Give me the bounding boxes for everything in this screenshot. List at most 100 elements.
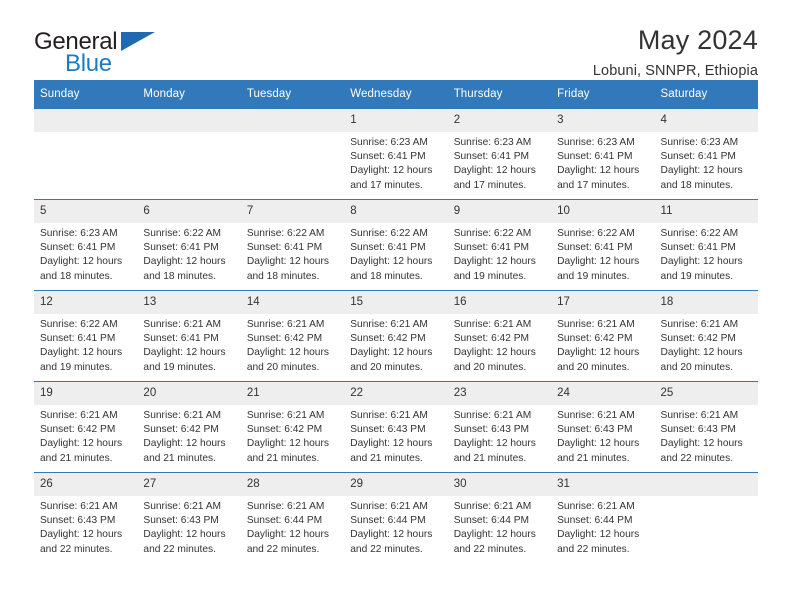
page-header: General Blue May 2024 Lobuni, SNNPR, Eth… [34, 0, 758, 79]
calendar-page: General Blue May 2024 Lobuni, SNNPR, Eth… [0, 0, 792, 612]
sunrise-time: Sunrise: 6:21 AM [453, 501, 532, 512]
daylight-duration-line1: Daylight: 12 hours [660, 256, 743, 268]
daylight-duration-line2: and 21 minutes. [350, 452, 423, 464]
day-details: Sunrise: 6:22 AM Sunset: 6:41 PM Daylight:… [137, 223, 240, 284]
sunrise-time: Sunrise: 6:21 AM [453, 319, 532, 330]
calendar-day-cell[interactable]: 16 Sunrise: 6:21 AM Sunset: 6:42 PM Dayligh… [447, 290, 552, 382]
calendar-day-cell[interactable]: 8 Sunrise: 6:22 AM Sunset: 6:41 PM Daylight… [344, 199, 448, 291]
sunset-time: Sunset: 6:43 PM [40, 515, 116, 527]
calendar-day-cell[interactable]: 22 Sunrise: 6:21 AM Sunset: 6:43 PM Dayligh… [344, 381, 448, 473]
calendar-day-cell[interactable]: 20 Sunrise: 6:21 AM Sunset: 6:42 PM Dayligh… [137, 381, 241, 473]
sunset-time: Sunset: 6:44 PM [557, 515, 633, 527]
calendar-day-cell[interactable]: 1 Sunrise: 6:23 AM Sunset: 6:41 PM Daylight… [344, 108, 448, 200]
general-blue-logo[interactable]: General Blue [34, 26, 184, 78]
day-number: 8 [344, 200, 448, 223]
sunset-time: Sunset: 6:41 PM [350, 151, 426, 163]
calendar-day-cell[interactable]: 6 Sunrise: 6:22 AM Sunset: 6:41 PM Daylight… [137, 199, 241, 291]
calendar-day-cell-empty [34, 108, 138, 200]
daylight-duration-line1: Daylight: 12 hours [350, 529, 433, 541]
calendar-day-cell[interactable]: 19 Sunrise: 6:21 AM Sunset: 6:42 PM Dayligh… [34, 381, 138, 473]
daylight-duration-line1: Daylight: 12 hours [40, 529, 123, 541]
day-details: Sunrise: 6:21 AM Sunset: 6:43 PM Daylight:… [655, 405, 758, 466]
sunset-time: Sunset: 6:42 PM [40, 424, 116, 436]
calendar-day-cell[interactable]: 3 Sunrise: 6:23 AM Sunset: 6:41 PM Daylight… [551, 108, 655, 200]
weekday-header-tuesday: Tuesday [240, 80, 345, 109]
sunset-time: Sunset: 6:44 PM [350, 515, 426, 527]
calendar-day-cell[interactable]: 14 Sunrise: 6:21 AM Sunset: 6:42 PM Dayligh… [240, 290, 345, 382]
sunset-time: Sunset: 6:42 PM [660, 333, 736, 345]
day-details: Sunrise: 6:21 AM Sunset: 6:44 PM Daylight:… [551, 496, 654, 557]
calendar-header-row: Sunday Monday Tuesday Wednesday Thursday… [34, 80, 758, 109]
sunrise-time: Sunrise: 6:22 AM [660, 228, 739, 239]
sunset-time: Sunset: 6:42 PM [143, 424, 219, 436]
daylight-duration-line2: and 19 minutes. [143, 361, 216, 373]
daylight-duration-line2: and 17 minutes. [350, 179, 423, 191]
calendar-day-cell[interactable]: 12 Sunrise: 6:22 AM Sunset: 6:41 PM Dayligh… [34, 290, 138, 382]
daylight-duration-line2: and 22 minutes. [40, 543, 113, 555]
sunrise-time: Sunrise: 6:23 AM [40, 228, 118, 239]
calendar-day-cell[interactable]: 30 Sunrise: 6:21 AM Sunset: 6:44 PM Dayligh… [447, 472, 552, 563]
daylight-duration-line1: Daylight: 12 hours [557, 347, 640, 359]
calendar-day-cell[interactable]: 23 Sunrise: 6:21 AM Sunset: 6:43 PM Dayligh… [447, 381, 552, 473]
calendar-day-cell[interactable]: 2 Sunrise: 6:23 AM Sunset: 6:41 PM Daylight… [447, 108, 552, 200]
sunrise-time: Sunrise: 6:21 AM [40, 410, 118, 421]
calendar-day-cell[interactable]: 15 Sunrise: 6:21 AM Sunset: 6:42 PM Dayligh… [344, 290, 448, 382]
day-number: 3 [551, 109, 655, 132]
calendar-day-cell[interactable]: 10 Sunrise: 6:22 AM Sunset: 6:41 PM Dayligh… [551, 199, 655, 291]
day-details: Sunrise: 6:22 AM Sunset: 6:41 PM Daylight:… [551, 223, 654, 284]
day-number: 6 [137, 200, 241, 223]
calendar-day-cell[interactable]: 7 Sunrise: 6:22 AM Sunset: 6:41 PM Daylight… [240, 199, 345, 291]
daylight-duration-line2: and 19 minutes. [453, 270, 527, 282]
calendar-day-cell[interactable]: 18 Sunrise: 6:21 AM Sunset: 6:42 PM Dayligh… [654, 290, 758, 382]
day-number: 17 [551, 291, 655, 314]
calendar-day-cell[interactable]: 13 Sunrise: 6:21 AM Sunset: 6:41 PM Dayligh… [137, 290, 241, 382]
calendar-day-cell[interactable]: 27 Sunrise: 6:21 AM Sunset: 6:43 PM Dayligh… [137, 472, 241, 563]
daylight-duration-line2: and 21 minutes. [40, 452, 113, 464]
sunset-time: Sunset: 6:43 PM [557, 424, 633, 436]
calendar-day-cell[interactable]: 11 Sunrise: 6:22 AM Sunset: 6:41 PM Dayligh… [654, 199, 758, 291]
daylight-duration-line2: and 18 minutes. [350, 270, 423, 282]
daylight-duration-line2: and 20 minutes. [557, 361, 630, 373]
day-details: Sunrise: 6:23 AM Sunset: 6:41 PM Daylight:… [448, 132, 551, 193]
sunrise-time: Sunrise: 6:22 AM [40, 319, 118, 330]
calendar-day-cell[interactable]: 21 Sunrise: 6:21 AM Sunset: 6:42 PM Dayligh… [240, 381, 345, 473]
calendar-day-cell[interactable]: 28 Sunrise: 6:21 AM Sunset: 6:44 PM Dayligh… [240, 472, 345, 563]
day-number: 26 [34, 473, 138, 496]
daylight-duration-line2: and 20 minutes. [350, 361, 423, 373]
day-details: Sunrise: 6:21 AM Sunset: 6:44 PM Daylight:… [344, 496, 447, 557]
daylight-duration-line1: Daylight: 12 hours [40, 347, 123, 359]
sunrise-time: Sunrise: 6:21 AM [453, 410, 532, 421]
daylight-duration-line1: Daylight: 12 hours [143, 347, 226, 359]
location-subtitle: Lobuni, SNNPR, Ethiopia [592, 63, 758, 80]
daylight-duration-line1: Daylight: 12 hours [40, 438, 123, 450]
calendar-day-cell[interactable]: 25 Sunrise: 6:21 AM Sunset: 6:43 PM Dayligh… [654, 381, 758, 473]
sunset-time: Sunset: 6:43 PM [350, 424, 426, 436]
calendar-day-cell[interactable]: 29 Sunrise: 6:21 AM Sunset: 6:44 PM Dayligh… [344, 472, 448, 563]
daylight-duration-line2: and 18 minutes. [246, 270, 320, 282]
sunset-time: Sunset: 6:41 PM [453, 242, 530, 254]
sunset-time: Sunset: 6:41 PM [350, 242, 426, 254]
calendar-day-cell[interactable]: 5 Sunrise: 6:23 AM Sunset: 6:41 PM Daylight… [34, 199, 138, 291]
day-details: Sunrise: 6:21 AM Sunset: 6:42 PM Daylight:… [34, 405, 137, 466]
day-number: 20 [137, 382, 241, 405]
day-details: Sunrise: 6:21 AM Sunset: 6:43 PM Daylight:… [344, 405, 447, 466]
day-details: Sunrise: 6:21 AM Sunset: 6:41 PM Daylight:… [137, 314, 240, 375]
daylight-duration-line2: and 22 minutes. [557, 543, 630, 555]
calendar-day-cell[interactable]: 4 Sunrise: 6:23 AM Sunset: 6:41 PM Daylight… [654, 108, 758, 200]
daylight-duration-line1: Daylight: 12 hours [453, 438, 536, 450]
calendar-day-cell[interactable]: 17 Sunrise: 6:21 AM Sunset: 6:42 PM Dayligh… [551, 290, 655, 382]
daylight-duration-line1: Daylight: 12 hours [557, 165, 640, 177]
day-details: Sunrise: 6:22 AM Sunset: 6:41 PM Daylight:… [448, 223, 551, 284]
day-number: 28 [240, 473, 345, 496]
day-number: 25 [654, 382, 758, 405]
daylight-duration-line2: and 20 minutes. [660, 361, 734, 373]
day-number: 23 [447, 382, 552, 405]
calendar-day-cell[interactable]: 24 Sunrise: 6:21 AM Sunset: 6:43 PM Dayligh… [551, 381, 655, 473]
sunset-time: Sunset: 6:43 PM [143, 515, 219, 527]
calendar-day-cell[interactable]: 26 Sunrise: 6:21 AM Sunset: 6:43 PM Dayligh… [34, 472, 138, 563]
day-details: Sunrise: 6:21 AM Sunset: 6:42 PM Daylight:… [655, 314, 758, 375]
calendar-week-row: 5 Sunrise: 6:23 AM Sunset: 6:41 PM Daylight… [34, 199, 758, 291]
calendar-day-cell[interactable]: 9 Sunrise: 6:22 AM Sunset: 6:41 PM Daylight… [447, 199, 552, 291]
daylight-duration-line1: Daylight: 12 hours [453, 165, 536, 177]
calendar-day-cell[interactable]: 31 Sunrise: 6:21 AM Sunset: 6:44 PM Dayligh… [551, 472, 655, 563]
